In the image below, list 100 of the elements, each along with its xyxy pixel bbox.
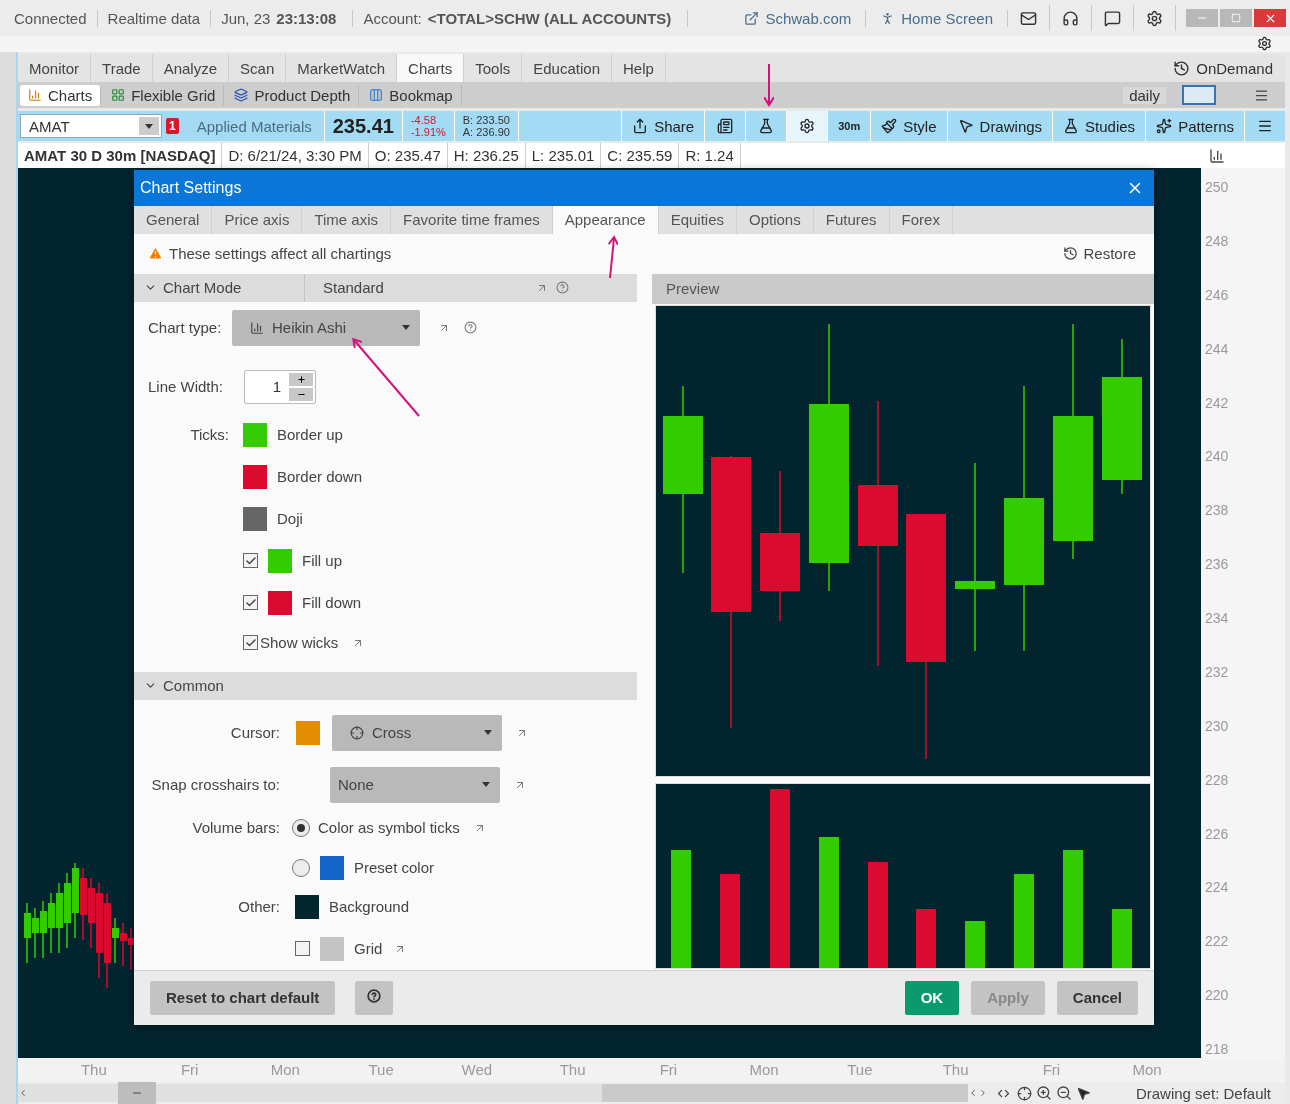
price-label: 250 xyxy=(1205,178,1230,196)
color-swatch[interactable] xyxy=(296,720,320,745)
sub-tab[interactable]: Charts xyxy=(20,84,102,106)
sub-tab[interactable]: Flexible Grid xyxy=(103,84,225,106)
columns-icon xyxy=(369,88,384,102)
history-icon xyxy=(1063,246,1079,262)
price-label: 240 xyxy=(1205,447,1230,466)
checkbox[interactable] xyxy=(295,941,310,957)
color-swatch[interactable] xyxy=(243,422,267,447)
top-link[interactable]: Home Screen xyxy=(866,9,1008,27)
menu-icon xyxy=(1257,118,1273,134)
checkbox[interactable] xyxy=(243,635,258,651)
settings-tab[interactable]: Appearance xyxy=(552,205,659,235)
envelope-icon xyxy=(1020,9,1037,27)
close-button[interactable] xyxy=(1254,9,1286,27)
cancel-button[interactable]: Cancel xyxy=(1056,980,1138,1015)
drawing-set-label[interactable]: Drawing set: Default xyxy=(1135,1084,1285,1102)
data-feed-label[interactable]: Realtime data xyxy=(97,9,212,27)
cursor-dropdown[interactable]: Cross xyxy=(332,714,502,751)
collapse-handle[interactable] xyxy=(118,1082,156,1104)
account-selector[interactable]: <TOTAL>SCHW (ALL ACCOUNTS) xyxy=(427,9,672,27)
settings-tab[interactable]: Futures xyxy=(813,205,890,235)
time-label: Fri xyxy=(179,1060,200,1080)
annotation-arrow xyxy=(607,236,620,279)
toolbar-button[interactable]: Share xyxy=(621,111,705,141)
time-label: Mon xyxy=(748,1060,780,1080)
settings-tab[interactable]: Favorite time frames xyxy=(391,205,553,235)
bid-price: B: 233.50 xyxy=(462,114,510,126)
price-label: 244 xyxy=(1205,339,1230,358)
toolbar-button[interactable]: Drawings xyxy=(946,111,1053,141)
sub-tab[interactable]: Product Depth xyxy=(226,84,360,106)
restore-button[interactable]: Restore xyxy=(1057,244,1142,264)
top-link[interactable]: Schwab.com xyxy=(730,9,867,27)
price-label: 228 xyxy=(1205,770,1230,789)
color-swatch[interactable] xyxy=(320,855,344,880)
ask-price: A: 236.90 xyxy=(462,126,510,138)
toolbar-button[interactable]: Patterns xyxy=(1145,111,1244,141)
toolbar-button[interactable]: Studies xyxy=(1052,111,1146,141)
section-toggle[interactable]: Common xyxy=(144,677,304,695)
flask-icon xyxy=(1063,118,1080,134)
ok-button[interactable]: OK xyxy=(904,980,960,1015)
plus-icon xyxy=(296,374,306,384)
pointer-icon xyxy=(1076,1085,1091,1101)
field-label: Other: xyxy=(237,898,280,916)
field-label: Cursor: xyxy=(229,724,280,742)
settings-tab[interactable]: General xyxy=(134,205,213,235)
crosshair-icon xyxy=(1017,1085,1032,1101)
scroll-thumb[interactable] xyxy=(602,1084,968,1102)
option-label: Preset color xyxy=(354,859,435,877)
help-button[interactable] xyxy=(355,980,394,1015)
scrollbar[interactable] xyxy=(18,1084,968,1102)
checkbox[interactable] xyxy=(243,595,258,611)
time-label: Fri xyxy=(1041,1060,1062,1080)
sub-tab[interactable]: Bookmap xyxy=(361,84,462,106)
color-swatch[interactable] xyxy=(243,506,267,531)
option-label: Border down xyxy=(277,468,363,486)
color-swatch[interactable] xyxy=(295,894,319,919)
grid-icon xyxy=(111,88,126,102)
settings-tab[interactable]: Equities xyxy=(658,205,737,235)
price-label: 238 xyxy=(1205,501,1230,520)
price-label: 234 xyxy=(1205,609,1230,627)
color-swatch[interactable] xyxy=(268,590,292,615)
settings-tab[interactable]: Options xyxy=(737,205,814,235)
volume-bar xyxy=(1112,908,1132,968)
price-label: 218 xyxy=(1205,1040,1230,1058)
field-label: Volume bars: xyxy=(191,819,280,837)
chart-type-dropdown[interactable]: Heikin Ashi xyxy=(232,309,420,346)
line-width-field[interactable]: 1 xyxy=(244,369,316,404)
settings-tab[interactable]: Time axis xyxy=(302,205,392,235)
price-label: 224 xyxy=(1205,878,1230,897)
time-label: Mon xyxy=(1131,1060,1163,1080)
layers-icon xyxy=(234,88,249,102)
color-swatch[interactable] xyxy=(243,464,267,489)
mode-field[interactable]: Standard xyxy=(304,273,526,302)
settings-tab[interactable]: Forex xyxy=(889,205,953,235)
price-label: 248 xyxy=(1205,231,1230,250)
toolbar-button[interactable]: 30m xyxy=(827,111,871,141)
color-swatch[interactable] xyxy=(268,548,292,573)
company-name: Applied Materials xyxy=(178,111,325,141)
zoom-out-icon xyxy=(1056,1085,1072,1101)
snap-dropdown[interactable]: None xyxy=(330,766,500,803)
color-swatch[interactable] xyxy=(320,936,344,961)
external-link-icon xyxy=(744,10,760,26)
checkbox[interactable] xyxy=(243,553,258,569)
time-label: Thu xyxy=(558,1060,587,1080)
time-label: Thu xyxy=(941,1060,970,1080)
section-toggle[interactable]: Chart Mode xyxy=(144,279,304,297)
symbol-field[interactable]: AMAT xyxy=(20,114,162,138)
menu-tab[interactable]: Charts xyxy=(397,54,465,82)
dialog-title: Chart Settings xyxy=(140,178,242,197)
layout-field[interactable] xyxy=(1182,85,1216,105)
toolbar-button[interactable]: Style xyxy=(870,111,947,141)
increment-button[interactable] xyxy=(289,372,313,386)
radio-button[interactable] xyxy=(292,818,310,837)
on-demand-button[interactable]: OnDemand xyxy=(1161,54,1285,82)
reset-button[interactable]: Reset to chart default xyxy=(150,980,336,1015)
settings-icon xyxy=(1146,9,1163,27)
radio-button[interactable] xyxy=(292,858,310,877)
settings-tab[interactable]: Price axis xyxy=(212,205,303,235)
aggregation-label[interactable]: daily xyxy=(1123,86,1166,104)
